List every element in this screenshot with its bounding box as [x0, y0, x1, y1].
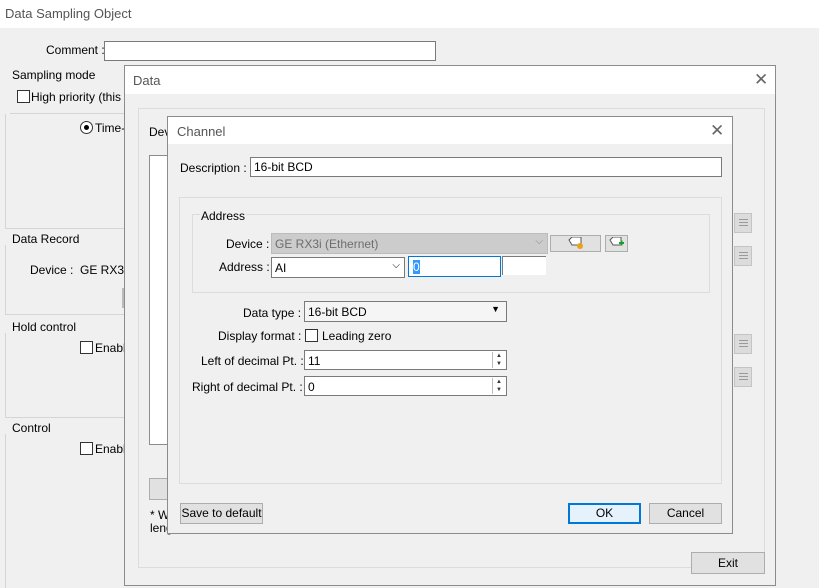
tag-icon [567, 236, 584, 252]
main-window-title: Data Sampling Object [5, 6, 132, 21]
data-record-group-border [5, 245, 6, 315]
spin-down-icon[interactable]: ▼ [493, 386, 505, 394]
hold-control-title: Hold control [12, 320, 77, 334]
ok-button[interactable]: OK [568, 503, 641, 524]
data-dialog-title: Data [133, 73, 161, 88]
sampling-mode-title: Sampling mode [12, 68, 96, 82]
move-icon[interactable] [734, 334, 752, 354]
data-record-title: Data Record [12, 232, 80, 246]
data-type-select[interactable]: 16-bit BCD ▼ [304, 301, 507, 322]
left-decimal-spinner[interactable]: ▲ ▼ [492, 352, 505, 368]
exit-button[interactable]: Exit [691, 552, 765, 574]
channel-list-edge[interactable] [149, 155, 169, 445]
spin-up-icon[interactable]: ▲ [493, 378, 505, 386]
hold-control-enable-checkbox[interactable] [80, 341, 93, 354]
chevron-down-icon: ▼ [491, 304, 500, 314]
sampling-divider [10, 113, 130, 114]
radio-dot [84, 125, 89, 130]
chevron-down-icon: ⌵ [535, 236, 543, 247]
leading-zero-checkbox[interactable] [305, 329, 318, 342]
save-to-default-button[interactable]: Save to default [180, 503, 263, 524]
control-title: Control [12, 421, 51, 435]
leading-zero-label: Leading zero [322, 329, 392, 343]
spin-down-icon[interactable]: ▼ [493, 360, 505, 368]
tag-button[interactable] [550, 235, 601, 252]
cancel-button[interactable]: Cancel [649, 503, 722, 524]
data-record-device-label: Device : [30, 263, 74, 277]
address-group-title: Address [200, 209, 247, 223]
add-tag-icon [608, 236, 625, 252]
device-label: Device : [226, 237, 270, 251]
sampling-group-border [5, 114, 6, 229]
left-decimal-input[interactable]: 11 ▲ ▼ [304, 350, 507, 370]
control-enable-checkbox[interactable] [80, 442, 93, 455]
address-type-select[interactable]: AI ⌵ [271, 257, 405, 278]
chevron-down-icon: ⌵ [392, 260, 400, 271]
right-decimal-label: Right of decimal Pt. : [192, 380, 303, 394]
channel-dialog-title: Channel [177, 124, 226, 139]
hold-control-group-border [5, 333, 6, 418]
sampling-group-bottom [5, 228, 125, 229]
add-tag-button[interactable] [605, 235, 628, 252]
control-group-border [5, 434, 6, 588]
data-type-value: 16-bit BCD [308, 305, 367, 319]
display-format-label: Display format : [218, 329, 302, 343]
close-icon[interactable]: ✕ [710, 122, 724, 139]
right-decimal-input[interactable]: 0 ▲ ▼ [304, 376, 507, 396]
close-icon[interactable]: ✕ [754, 71, 768, 88]
data-type-label: Data type : [243, 306, 302, 320]
move-icon[interactable] [734, 367, 752, 387]
description-label: Description : [180, 161, 247, 175]
spin-up-icon[interactable]: ▲ [493, 352, 505, 360]
list-icon[interactable] [734, 246, 752, 266]
high-priority-checkbox[interactable] [17, 90, 30, 103]
time-based-radio[interactable] [80, 121, 93, 134]
device-select[interactable]: GE RX3i (Ethernet) ⌵ [271, 233, 548, 254]
high-priority-label: High priority (this m [31, 90, 135, 104]
channel-dialog-title-bar [168, 117, 732, 144]
comment-input[interactable] [104, 41, 436, 61]
address-input[interactable]: 0 [408, 256, 501, 277]
channel-dialog: Channel ✕ Description : 16-bit BCD Addre… [167, 116, 733, 534]
address-label: Address : [219, 260, 270, 274]
address-type-value: AI [275, 261, 287, 275]
address-extra-field[interactable] [502, 256, 546, 275]
data-record-divider [5, 314, 125, 315]
right-decimal-spinner[interactable]: ▲ ▼ [492, 378, 505, 394]
data-dialog-title-bar [125, 66, 775, 94]
left-decimal-label: Left of decimal Pt. : [201, 354, 304, 368]
comment-label: Comment : [46, 43, 105, 57]
list-icon[interactable] [734, 213, 752, 233]
right-decimal-value: 0 [308, 380, 315, 394]
device-select-value: GE RX3i (Ethernet) [275, 237, 379, 251]
description-input[interactable]: 16-bit BCD [250, 157, 722, 177]
hold-control-divider [5, 417, 125, 418]
address-input-value: 0 [413, 260, 420, 274]
left-decimal-value: 11 [308, 354, 321, 368]
